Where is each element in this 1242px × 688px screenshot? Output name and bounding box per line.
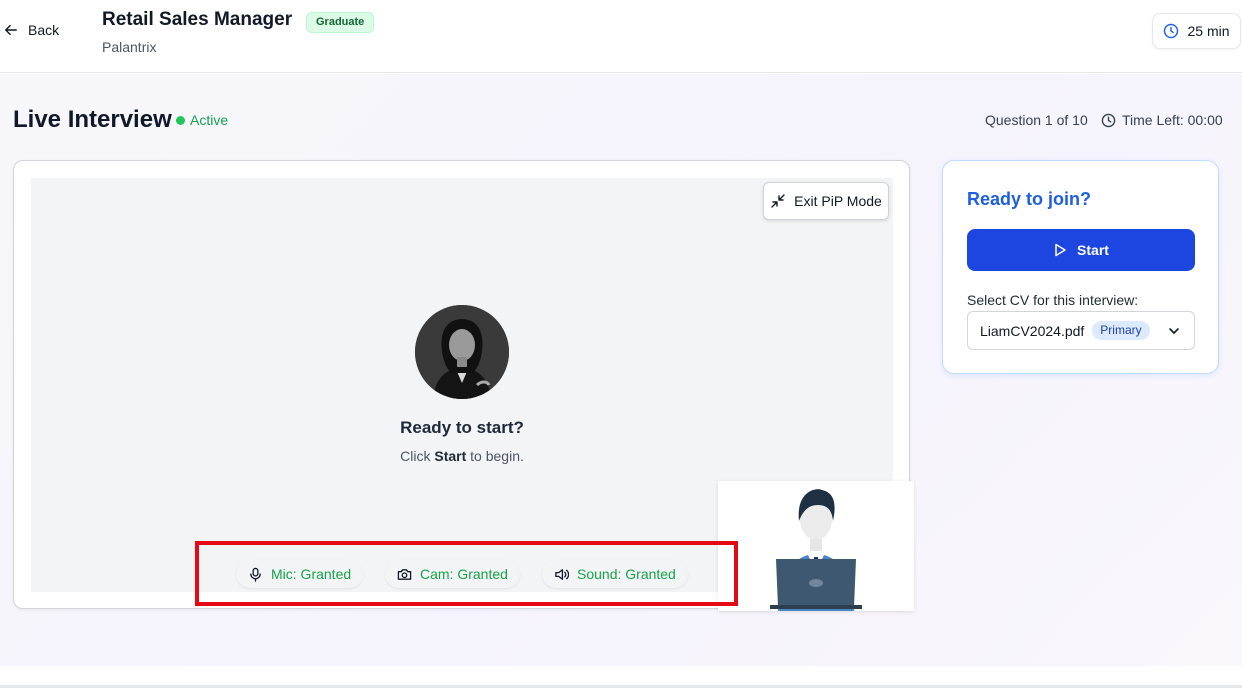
interviewer-avatar bbox=[415, 305, 509, 399]
minimize-icon bbox=[771, 194, 785, 208]
top-bar: Back Retail Sales Manager Graduate Palan… bbox=[0, 0, 1242, 73]
ready-title: Ready to start? bbox=[400, 418, 524, 437]
cam-status: Cam: Granted bbox=[420, 566, 508, 582]
status-indicator: Active bbox=[176, 112, 228, 128]
exit-pip-button[interactable]: Exit PiP Mode bbox=[763, 182, 889, 220]
join-title: Ready to join? bbox=[967, 189, 1092, 209]
join-card: Ready to join? Start Select CV for this … bbox=[942, 160, 1219, 374]
time-left: Time Left: 00:00 bbox=[1101, 112, 1223, 128]
ready-subtitle: Click Start to begin. bbox=[31, 448, 893, 464]
sound-permission: Sound: Granted bbox=[542, 560, 688, 588]
start-label: Start bbox=[1077, 242, 1109, 258]
clock-icon bbox=[1101, 113, 1116, 127]
back-label: Back bbox=[28, 22, 60, 38]
ready-sub-bold: Start bbox=[434, 448, 467, 464]
status-label: Active bbox=[190, 112, 229, 128]
time-left-label: Time Left: 00:00 bbox=[1122, 112, 1223, 128]
level-badge: Graduate bbox=[306, 12, 375, 33]
play-icon bbox=[1055, 243, 1066, 257]
arrow-left-icon bbox=[5, 24, 17, 36]
permissions-bar: Mic: Granted Cam: Granted Sound: Granted bbox=[195, 541, 738, 606]
exit-pip-label: Exit PiP Mode bbox=[794, 193, 882, 209]
cam-permission: Cam: Granted bbox=[385, 560, 520, 588]
primary-badge: Primary bbox=[1092, 321, 1150, 340]
company-name: Palantrix bbox=[102, 39, 157, 55]
interviewer-portrait bbox=[415, 305, 509, 399]
candidate-illustration bbox=[718, 481, 914, 611]
camera-icon bbox=[397, 568, 412, 580]
cv-selected-value: LiamCV2024.pdf bbox=[980, 322, 1085, 339]
back-button[interactable]: Back bbox=[4, 22, 59, 38]
chevron-down-icon bbox=[1169, 328, 1179, 334]
speaker-icon bbox=[555, 568, 569, 580]
start-button[interactable]: Start bbox=[967, 229, 1195, 271]
microphone-icon bbox=[250, 567, 261, 582]
question-counter: Question 1 of 10 bbox=[985, 112, 1088, 128]
duration-label: 25 min bbox=[1187, 23, 1230, 39]
mic-permission: Mic: Granted bbox=[236, 560, 364, 588]
job-title: Retail Sales Manager bbox=[102, 9, 293, 30]
cv-select[interactable]: LiamCV2024.pdf Primary bbox=[967, 311, 1195, 350]
mic-status: Mic: Granted bbox=[271, 566, 352, 582]
video-stage: Exit PiP Mode Ready to start? Click Star… bbox=[31, 178, 914, 611]
sound-status: Sound: Granted bbox=[577, 566, 676, 582]
cv-select-label: Select CV for this interview: bbox=[967, 292, 1139, 308]
ready-sub-suffix: to begin. bbox=[466, 448, 524, 464]
clock-icon bbox=[1164, 23, 1179, 39]
page-title: Live Interview bbox=[13, 106, 172, 133]
ready-sub-prefix: Click bbox=[400, 448, 435, 464]
self-view-preview bbox=[718, 481, 914, 611]
duration-chip: 25 min bbox=[1152, 13, 1241, 49]
status-dot bbox=[176, 115, 185, 125]
